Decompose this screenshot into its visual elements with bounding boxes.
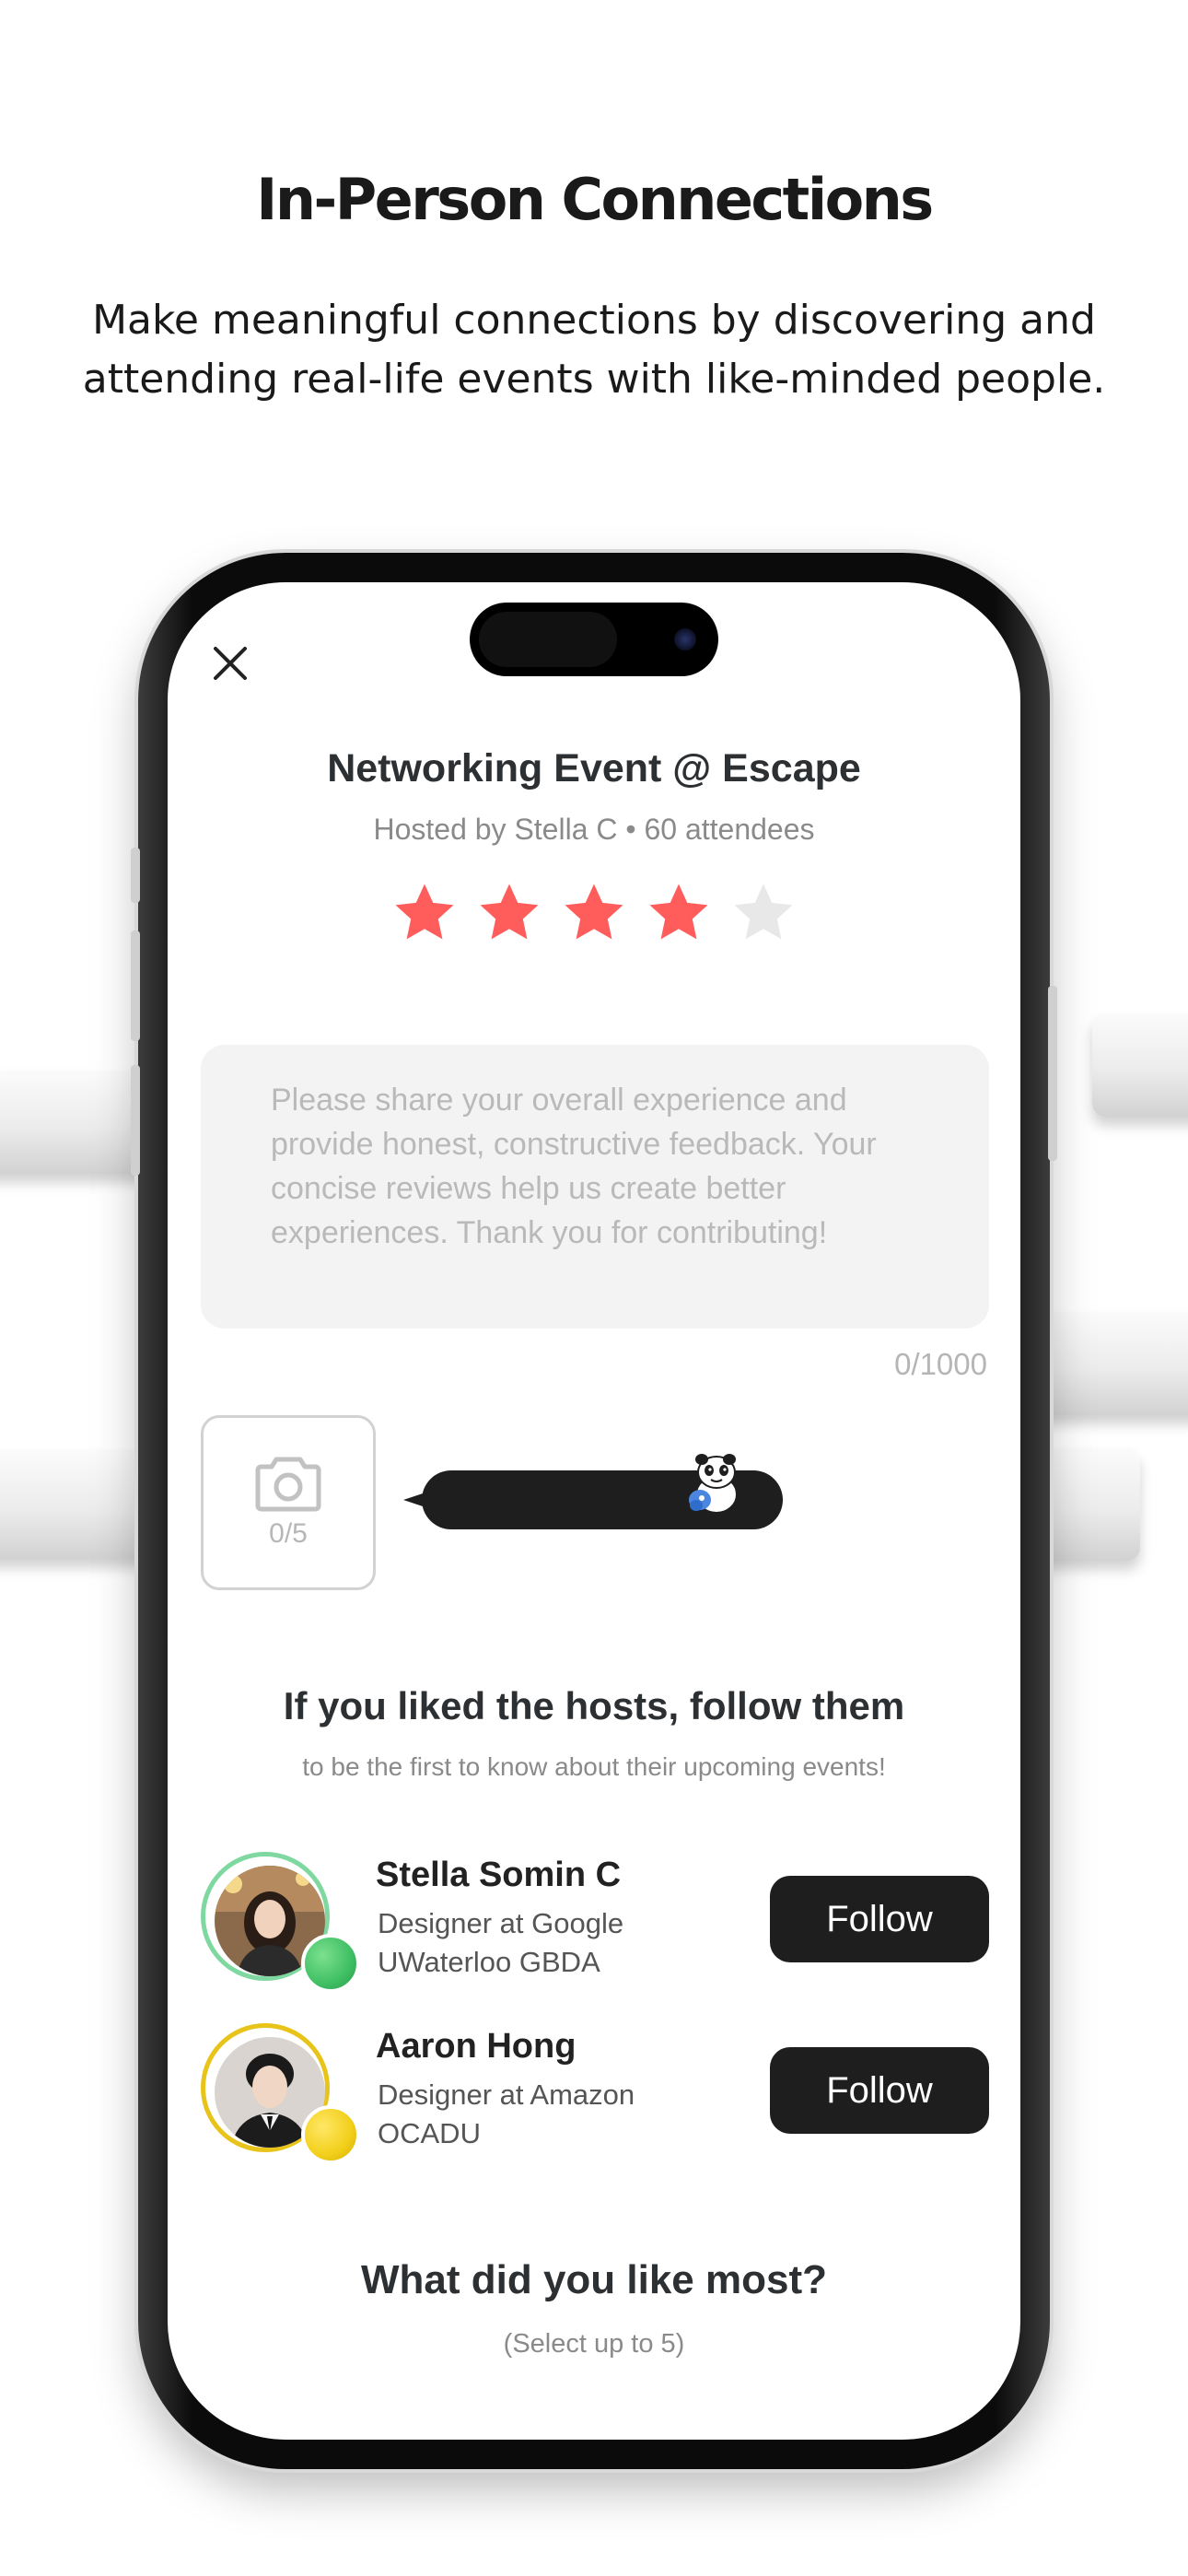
hosts-section-title: If you liked the hosts, follow them [283,1684,905,1727]
event-meta: Hosted by Stella C • 60 attendees [373,813,815,846]
marketing-subtext-line-2: attending real-life events with like-min… [82,356,1106,403]
decor-bar-right-upper [1092,1013,1188,1117]
liked-section-subtitle: (Select up to 5) [503,2329,685,2359]
decor-bar-right-middle [1031,1312,1188,1415]
follow-button-stella[interactable]: Follow [770,1876,989,1962]
host-name: Stella Somin C [376,1856,622,1894]
phone-power-button [1048,986,1057,1161]
hosts-section-subtitle: to be the first to know about their upco… [302,1752,886,1781]
star-icon-3[interactable] [560,879,628,947]
host-name: Aaron Hong [376,2027,577,2066]
front-camera-icon [674,628,696,650]
review-box [201,1045,989,1329]
close-icon [214,647,247,680]
phone-action-button [131,848,140,903]
event-title: Networking Event @ Escape [327,746,861,790]
host-row-stella: Stella Somin C Designer at Google UWater… [201,1852,989,1993]
avatar-stella [201,1852,360,1993]
add-photo-button[interactable]: 0/5 [201,1415,376,1590]
camera-icon [255,1457,321,1512]
host-school: OCADU [378,2117,481,2149]
phone-frame: Networking Event @ Escape Hosted by Stel… [131,553,1057,2469]
dynamic-island [470,603,718,676]
mascot-icon [689,1454,738,1514]
host-role: Designer at Amazon [378,2078,635,2111]
star-icon-1[interactable] [390,879,459,947]
marketing-subtext: Make meaningful connections by discoveri… [18,291,1170,409]
photo-count: 0/5 [269,1518,308,1549]
avatar-aaron [201,2023,360,2164]
phone-volume-down-button [131,1065,140,1176]
host-row-aaron: Aaron Hong Designer at Amazon OCADU Foll… [201,2023,989,2164]
star-icon-5[interactable] [729,879,798,947]
review-char-count: 0/1000 [894,1347,987,1381]
close-button[interactable] [204,638,256,689]
star-icon-2[interactable] [475,879,543,947]
star-rating [168,879,1020,947]
marketing-headline: In-Person Connections [256,166,934,233]
follow-button-aaron[interactable]: Follow [770,2047,989,2134]
review-input[interactable] [271,1078,919,1295]
star-icon-4[interactable] [645,879,713,947]
liked-section-title: What did you like most? [360,2257,828,2302]
host-school: UWaterloo GBDA [378,1946,600,1978]
phone-screen: Networking Event @ Escape Hosted by Stel… [168,582,1020,2440]
phone-volume-up-button [131,931,140,1041]
host-role: Designer at Google [378,1907,624,1939]
host-badge-stella [301,1934,360,1993]
host-badge-aaron [301,2105,360,2164]
marketing-subtext-line-1: Make meaningful connections by discoveri… [92,297,1096,344]
